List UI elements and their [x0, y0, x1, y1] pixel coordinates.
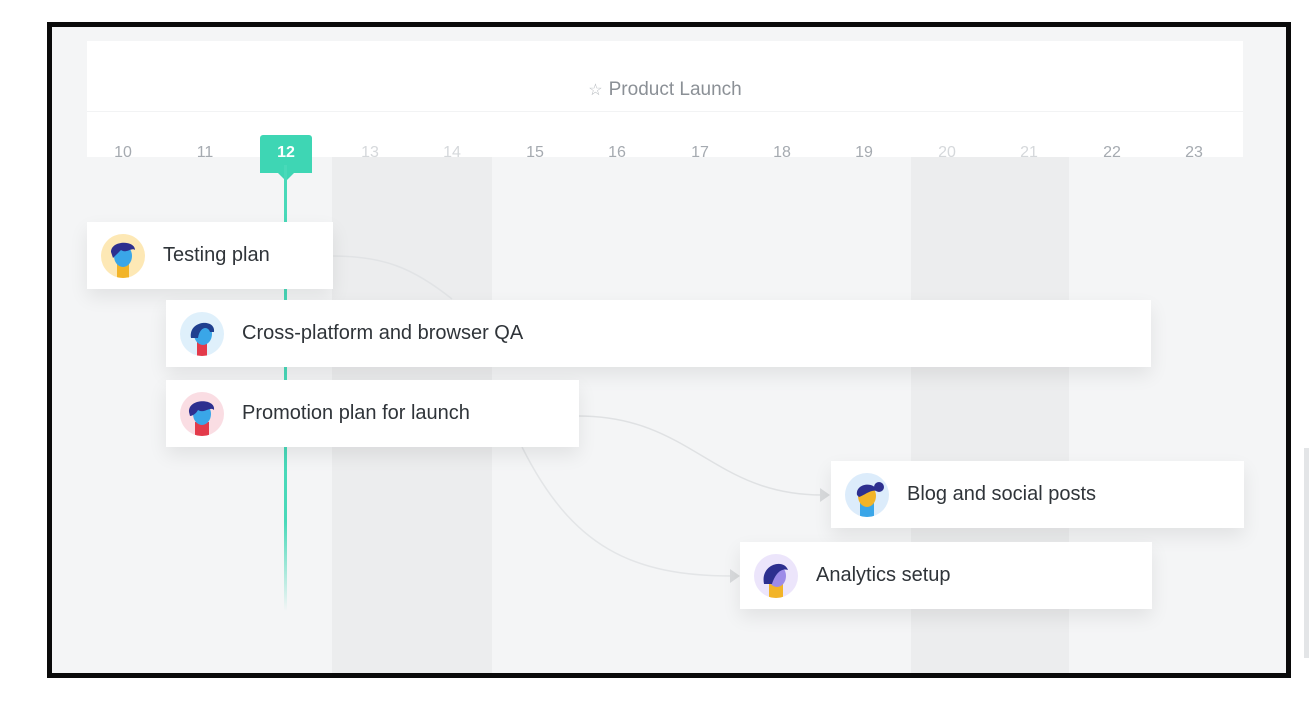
person-avatar-icon [101, 233, 145, 278]
task-label: Blog and social posts [907, 483, 1097, 505]
scroll-edge [1304, 448, 1309, 658]
task-label: Promotion plan for launch [242, 402, 470, 424]
dependency-arrow-icon [730, 569, 740, 583]
task-promotion-plan[interactable]: Promotion plan for launch [166, 380, 579, 447]
timeline-board: ☆ Product Launch 10 11 12 13 14 15 16 17 … [47, 22, 1291, 678]
person-avatar-icon [754, 553, 798, 598]
task-label: Testing plan [163, 244, 270, 266]
task-testing-plan[interactable]: Testing plan [87, 222, 333, 289]
task-cross-platform-qa[interactable]: Cross-platform and browser QA [166, 300, 1151, 367]
person-avatar-icon [180, 391, 224, 436]
task-label: Analytics setup [816, 564, 951, 586]
person-avatar-icon [180, 311, 224, 356]
dependency-arrow-icon [820, 488, 830, 502]
task-label: Cross-platform and browser QA [242, 322, 524, 344]
task-blog-social[interactable]: Blog and social posts [831, 461, 1244, 528]
task-analytics-setup[interactable]: Analytics setup [740, 542, 1152, 609]
person-avatar-icon [845, 472, 889, 517]
